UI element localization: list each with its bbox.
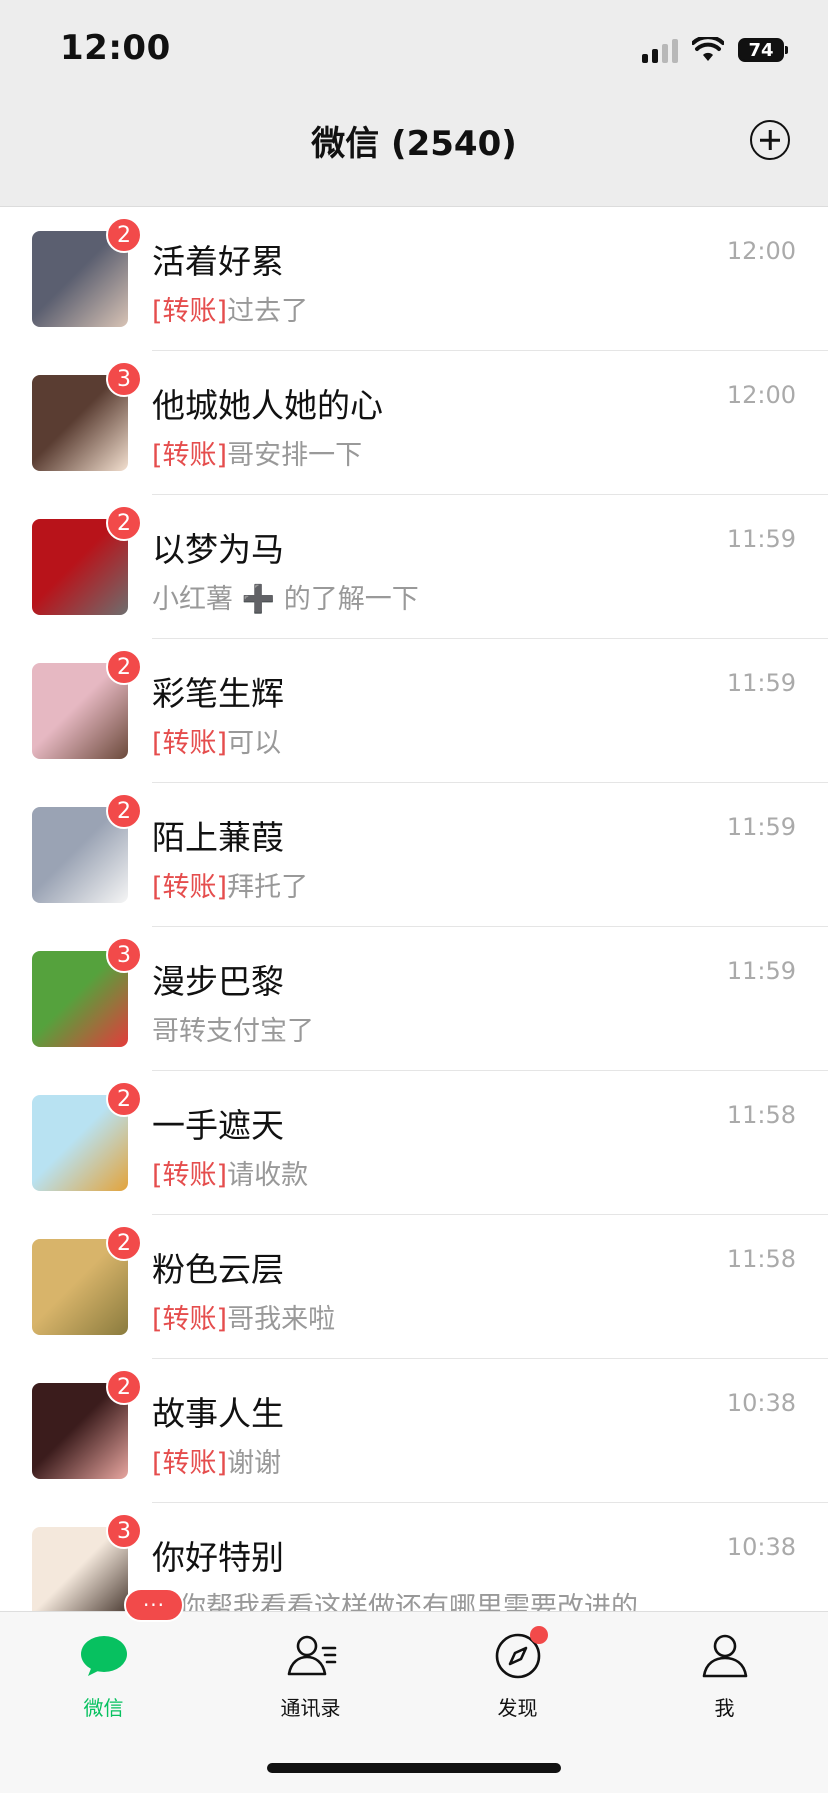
chat-name: 陌上蒹葭 bbox=[152, 818, 284, 857]
chat-preview: [转账]过去了 bbox=[152, 289, 308, 328]
chat-message: 拜托了 bbox=[227, 872, 309, 903]
chat-message: 谢谢 bbox=[227, 1448, 282, 1479]
page-title: 微信 (2540) bbox=[311, 124, 517, 164]
chat-message: 过去了 bbox=[227, 296, 309, 327]
transfer-tag: [转账] bbox=[152, 872, 228, 903]
top-bar: 12:00 74 微信 (2540) bbox=[0, 0, 828, 207]
chat-preview: 哥转支付宝了 bbox=[152, 1009, 314, 1048]
chat-row[interactable]: 3 他城她人她的心 12:00 [转账]哥安排一下 bbox=[0, 351, 828, 495]
chat-time: 11:59 bbox=[726, 669, 796, 697]
chat-name: 故事人生 bbox=[152, 1394, 284, 1433]
chat-name: 彩笔生辉 bbox=[152, 674, 284, 713]
chat-row[interactable]: 2 彩笔生辉 11:59 [转账]可以 bbox=[0, 639, 828, 783]
chat-row[interactable]: 2 以梦为马 11:59 小红薯 ➕ 的了解一下 bbox=[0, 495, 828, 639]
chat-name: 以梦为马 bbox=[152, 530, 284, 569]
wifi-icon bbox=[692, 37, 724, 63]
chat-time: 12:00 bbox=[726, 237, 796, 265]
transfer-tag: [转账] bbox=[152, 440, 228, 471]
transfer-tag: [转账] bbox=[152, 1160, 228, 1191]
discover-dot-badge bbox=[530, 1626, 548, 1644]
chat-message: 小红薯 ➕ 的了解一下 bbox=[152, 584, 419, 615]
tab-me[interactable]: 我 bbox=[621, 1612, 828, 1732]
unread-badge: 3 bbox=[106, 937, 142, 973]
home-indicator bbox=[267, 1763, 561, 1773]
transfer-tag: [转账] bbox=[152, 296, 228, 327]
chat-name: 你好特别 bbox=[152, 1538, 284, 1577]
transfer-tag: [转账] bbox=[152, 1448, 228, 1479]
chat-bubble-icon bbox=[78, 1630, 130, 1682]
contacts-icon bbox=[285, 1630, 337, 1682]
chat-row[interactable]: 2 一手遮天 11:58 [转账]请收款 bbox=[0, 1071, 828, 1215]
chat-message: 哥你帮我看看这样做还有哪里需要改进的 bbox=[152, 1592, 638, 1611]
tab-label: 通讯录 bbox=[280, 1696, 341, 1720]
chat-row[interactable]: 2 粉色云层 11:58 [转账]哥我来啦 bbox=[0, 1215, 828, 1359]
chat-time: 11:58 bbox=[726, 1245, 796, 1273]
chat-row[interactable]: 2 陌上蒹葭 11:59 [转账]拜托了 bbox=[0, 783, 828, 927]
tab-label: 发现 bbox=[497, 1696, 538, 1720]
chat-message: 哥转支付宝了 bbox=[152, 1016, 314, 1047]
unread-badge: 2 bbox=[106, 793, 142, 829]
chat-time: 10:38 bbox=[726, 1389, 796, 1417]
cellular-signal-icon bbox=[642, 37, 678, 63]
chat-preview: [转账]请收款 bbox=[152, 1153, 308, 1192]
status-time: 12:00 bbox=[60, 28, 171, 68]
chat-name: 漫步巴黎 bbox=[152, 962, 284, 1001]
unread-badge: 2 bbox=[106, 217, 142, 253]
unread-badge: 3 bbox=[106, 361, 142, 397]
chat-row[interactable]: 2 活着好累 12:00 [转账]过去了 bbox=[0, 207, 828, 351]
chat-time: 11:59 bbox=[726, 525, 796, 553]
chat-message: 哥安排一下 bbox=[227, 440, 363, 471]
chat-row[interactable]: 3 漫步巴黎 11:59 哥转支付宝了 bbox=[0, 927, 828, 1071]
status-icons: 74 bbox=[642, 34, 788, 66]
chat-time: 10:38 bbox=[726, 1533, 796, 1561]
chat-name: 活着好累 bbox=[152, 242, 284, 281]
unread-badge: 2 bbox=[106, 1225, 142, 1261]
transfer-tag: [转账] bbox=[152, 728, 228, 759]
tab-wechat[interactable]: 微信 ··· bbox=[0, 1588, 207, 1732]
unread-badge: 2 bbox=[106, 1369, 142, 1405]
unread-badge: 2 bbox=[106, 649, 142, 685]
unread-badge: 2 bbox=[106, 505, 142, 541]
chat-preview: [转账]拜托了 bbox=[152, 865, 308, 904]
chat-list: 2 活着好累 12:00 [转账]过去了 3 他城她人她的心 12:00 [转账]哥安排一下 2… bbox=[0, 207, 828, 1611]
chat-name: 粉色云层 bbox=[152, 1250, 284, 1289]
chat-preview: [转账]可以 bbox=[152, 721, 281, 760]
chat-message: 可以 bbox=[227, 728, 282, 759]
chat-time: 12:00 bbox=[726, 381, 796, 409]
chat-preview: [转账]哥我来啦 bbox=[152, 1297, 335, 1336]
tab-label: 微信 bbox=[83, 1696, 124, 1720]
person-icon bbox=[699, 1630, 751, 1682]
tab-label: 我 bbox=[714, 1696, 735, 1720]
chat-row[interactable]: 2 故事人生 10:38 [转账]谢谢 bbox=[0, 1359, 828, 1503]
chat-message: 哥我来啦 bbox=[227, 1304, 336, 1335]
unread-badge: 3 bbox=[106, 1513, 142, 1549]
plus-circle-icon[interactable] bbox=[750, 120, 790, 160]
chat-name: 他城她人她的心 bbox=[152, 386, 383, 425]
tab-contacts[interactable]: 通讯录 bbox=[207, 1612, 414, 1732]
chat-preview: [转账]谢谢 bbox=[152, 1441, 281, 1480]
battery-icon: 74 bbox=[738, 38, 788, 62]
chat-row[interactable]: 3 你好特别 10:38 哥你帮我看看这样做还有哪里需要改进的 bbox=[0, 1503, 828, 1611]
chat-time: 11:59 bbox=[726, 957, 796, 985]
unread-badge: 2 bbox=[106, 1081, 142, 1117]
chat-preview: [转账]哥安排一下 bbox=[152, 433, 362, 472]
transfer-tag: [转账] bbox=[152, 1304, 228, 1335]
more-badge: ··· bbox=[124, 1588, 184, 1622]
chat-message: 请收款 bbox=[227, 1160, 309, 1191]
chat-time: 11:59 bbox=[726, 813, 796, 841]
chat-name: 一手遮天 bbox=[152, 1106, 284, 1145]
tab-discover[interactable]: 发现 bbox=[414, 1612, 621, 1732]
chat-time: 11:58 bbox=[726, 1101, 796, 1129]
chat-preview: 哥你帮我看看这样做还有哪里需要改进的 bbox=[152, 1585, 638, 1611]
tab-bar: 微信 ··· 通讯录 发现 我 bbox=[0, 1588, 828, 1793]
chat-preview: 小红薯 ➕ 的了解一下 bbox=[152, 577, 419, 616]
